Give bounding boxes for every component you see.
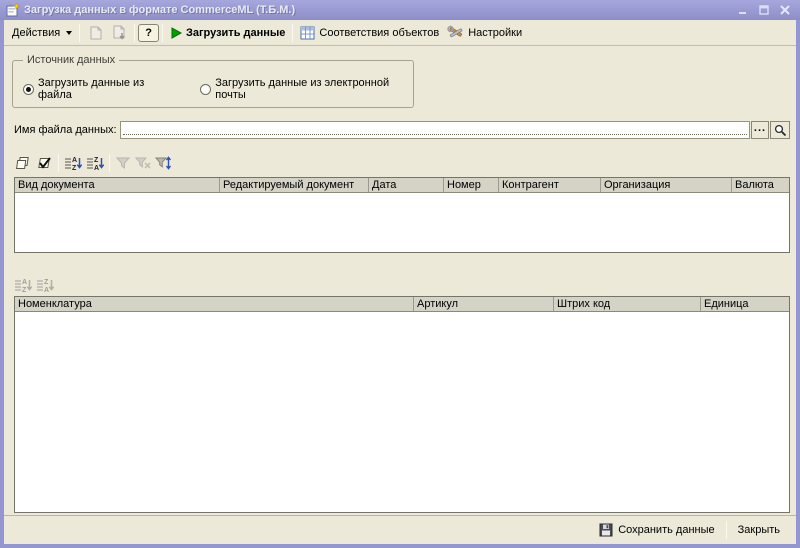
sort-desc-button[interactable]: Z A: [84, 153, 106, 173]
svg-text:Z: Z: [72, 165, 77, 171]
column-header-date[interactable]: Дата: [369, 178, 444, 192]
copy-document-button[interactable]: [83, 22, 107, 44]
toolbar-separator: [162, 24, 163, 42]
file-name-row: Имя файла данных: ...: [14, 120, 790, 140]
chevron-down-icon: [66, 31, 72, 35]
svg-text:A: A: [72, 157, 77, 164]
object-matches-button[interactable]: Соответствия объектов: [296, 22, 443, 44]
actions-menu-button[interactable]: Действия: [8, 22, 76, 44]
funnel-icon: [115, 155, 131, 171]
file-name-label: Имя файла данных:: [14, 124, 120, 136]
sort-za-icon: Z A: [86, 155, 104, 171]
close-button[interactable]: Закрыть: [730, 521, 788, 539]
toolbar-separator: [58, 154, 59, 172]
column-header-number[interactable]: Номер: [444, 178, 499, 192]
column-header-article[interactable]: Артикул: [414, 297, 554, 311]
document-copy-icon: [87, 25, 103, 41]
radio-selected-icon: [23, 84, 34, 95]
radio-load-from-email-label: Загрузить данные из электронной почты: [215, 77, 413, 101]
svg-text:Z: Z: [44, 279, 49, 286]
save-data-button[interactable]: Сохранить данные: [591, 520, 722, 540]
svg-text:A: A: [94, 165, 99, 171]
radio-load-from-file[interactable]: Загрузить данные из файла: [23, 77, 174, 101]
sort-az-icon: A Z: [14, 277, 32, 293]
titlebar: Загрузка данных в формате CommerceML (Т.…: [0, 0, 800, 20]
sort-az-icon: A Z: [64, 155, 82, 171]
stacked-sheets-button[interactable]: [12, 153, 33, 173]
items-toolbar: A Z Z A: [12, 274, 56, 296]
svg-text:A: A: [44, 287, 49, 293]
magnifier-icon: [774, 124, 787, 137]
object-matches-label: Соответствия объектов: [319, 27, 439, 39]
load-data-label: Загрузить данные: [186, 27, 285, 39]
funnel-x-icon: [135, 155, 151, 171]
play-icon: [170, 27, 182, 39]
client-area: Действия: [4, 20, 796, 544]
file-name-input[interactable]: [120, 121, 750, 139]
svg-text:A: A: [22, 279, 27, 286]
document-arrow-icon: [111, 25, 127, 41]
load-data-button[interactable]: Загрузить данные: [166, 22, 289, 44]
app-window: Загрузка данных в формате CommerceML (Т.…: [0, 0, 800, 548]
radio-load-from-email[interactable]: Загрузить данные из электронной почты: [200, 77, 413, 101]
window-title: Загрузка данных в формате CommerceML (Т.…: [24, 4, 736, 16]
column-header-nomenclature[interactable]: Номенклатура: [15, 297, 414, 311]
help-label: ?: [145, 27, 152, 39]
documents-toolbar: A Z Z A: [12, 152, 174, 174]
items-table-body[interactable]: [15, 312, 789, 512]
svg-text:Z: Z: [22, 287, 27, 293]
column-header-organization[interactable]: Организация: [601, 178, 732, 192]
settings-label: Настройки: [468, 27, 522, 39]
bottom-bar-separator: [726, 521, 727, 539]
radio-unselected-icon: [200, 84, 211, 95]
column-header-doc-type[interactable]: Вид документа: [15, 178, 220, 192]
bottom-bar: Сохранить данные Закрыть: [4, 515, 796, 544]
sort-asc-button[interactable]: A Z: [62, 153, 84, 173]
close-icon[interactable]: [778, 4, 792, 17]
toolbar-separator: [292, 24, 293, 42]
column-header-unit[interactable]: Единица: [701, 297, 789, 311]
toolbar-separator: [134, 24, 135, 42]
save-data-label: Сохранить данные: [618, 524, 714, 536]
open-file-button[interactable]: [770, 121, 790, 139]
data-source-title: Источник данных: [23, 54, 119, 66]
minimize-icon[interactable]: [736, 4, 750, 17]
write-document-button[interactable]: [107, 22, 131, 44]
mark-sheet-button[interactable]: [33, 153, 55, 173]
documents-table: Вид документа Редактируемый документ Дат…: [14, 177, 790, 253]
actions-label: Действия: [12, 27, 60, 39]
floppy-disk-icon: [599, 523, 613, 537]
tools-icon: [447, 25, 464, 40]
column-header-counterparty[interactable]: Контрагент: [499, 178, 601, 192]
sheet-checkmark-icon: [35, 155, 53, 171]
column-header-edited-doc[interactable]: Редактируемый документ: [220, 178, 369, 192]
filter-button[interactable]: [113, 153, 133, 173]
radio-load-from-file-label: Загрузить данные из файла: [38, 77, 174, 101]
browse-button[interactable]: ...: [751, 121, 769, 139]
settings-button[interactable]: Настройки: [443, 22, 526, 44]
close-button-label: Закрыть: [738, 524, 780, 536]
documents-table-header: Вид документа Редактируемый документ Дат…: [15, 178, 789, 193]
items-sort-asc-button[interactable]: A Z: [12, 275, 34, 295]
help-button[interactable]: ?: [138, 24, 159, 42]
documents-table-body[interactable]: [15, 193, 789, 252]
table-grid-icon: [300, 26, 315, 40]
filter-settings-button[interactable]: [153, 153, 174, 173]
window-icon: [6, 3, 20, 17]
funnel-arrows-icon: [155, 155, 172, 171]
data-source-groupbox: Источник данных Загрузить данные из файл…: [12, 60, 414, 108]
column-header-currency[interactable]: Валюта: [732, 178, 789, 192]
stacked-sheets-icon: [14, 155, 31, 171]
clear-filter-button[interactable]: [133, 153, 153, 173]
sort-za-icon: Z A: [36, 277, 54, 293]
svg-text:Z: Z: [94, 157, 99, 164]
toolbar-separator: [79, 24, 80, 42]
maximize-icon[interactable]: [757, 4, 771, 17]
column-header-barcode[interactable]: Штрих код: [554, 297, 701, 311]
main-toolbar: Действия: [4, 20, 796, 46]
items-table-header: Номенклатура Артикул Штрих код Единица: [15, 297, 789, 312]
toolbar-separator: [109, 154, 110, 172]
items-table: Номенклатура Артикул Штрих код Единица: [14, 296, 790, 513]
items-sort-desc-button[interactable]: Z A: [34, 275, 56, 295]
